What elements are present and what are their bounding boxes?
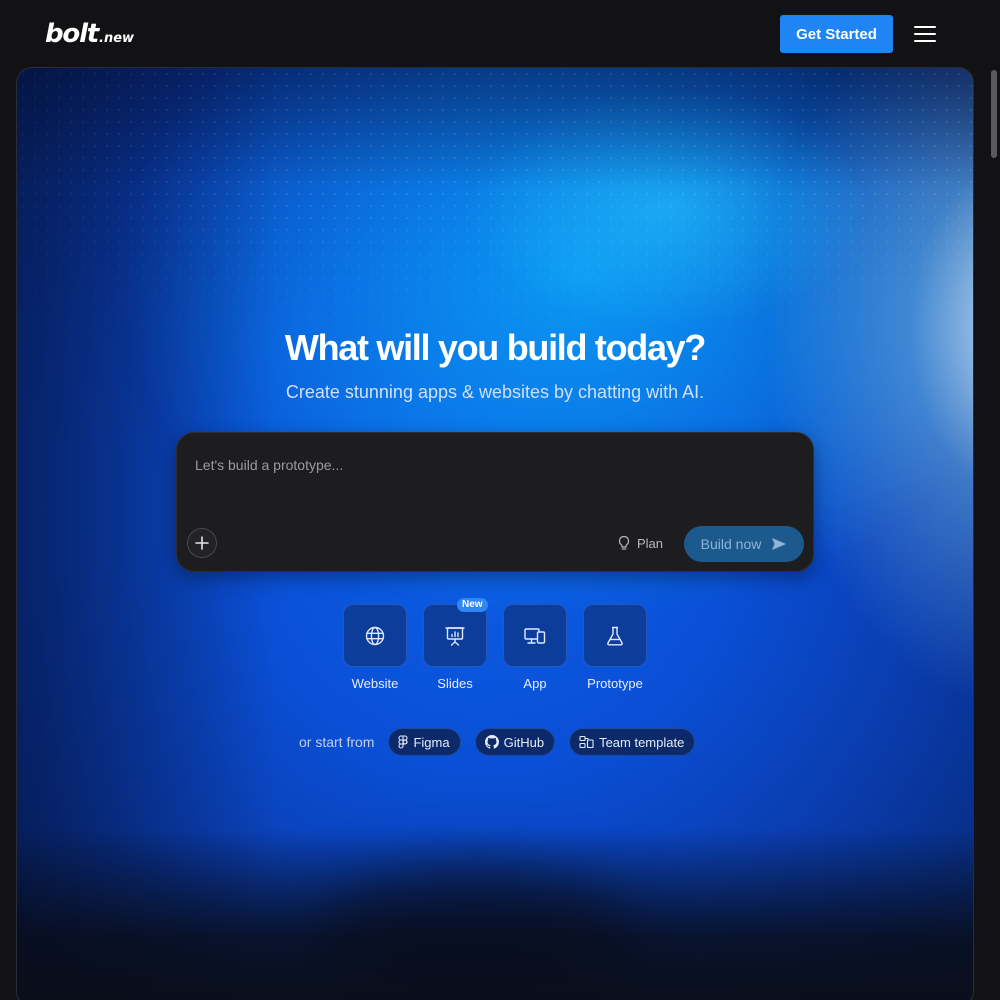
logo-sub-text: .new [99, 31, 135, 46]
page-scrollbar[interactable] [988, 0, 1000, 1000]
lightbulb-icon [618, 535, 630, 550]
category-website[interactable]: Website [343, 604, 407, 694]
template-icon [579, 735, 594, 749]
category-tile [583, 604, 647, 667]
github-label: GitHub [503, 734, 545, 750]
add-attachment-button[interactable] [187, 528, 217, 558]
page-title: What will you build today? [284, 327, 706, 368]
category-slides[interactable]: New Slides [423, 598, 488, 694]
figma-import-button[interactable]: Figma [388, 728, 461, 756]
scrollbar-thumb[interactable] [991, 70, 997, 158]
globe-icon [365, 626, 385, 645]
category-shortcuts: Website New Slides App Prototype [343, 598, 663, 694]
devices-icon [524, 627, 546, 644]
category-tile [503, 604, 567, 667]
figma-label: Figma [413, 734, 450, 750]
category-tile [423, 604, 487, 667]
plan-button[interactable]: Plan [617, 533, 663, 553]
prompt-input[interactable] [195, 453, 795, 477]
hero-bottom-fade [17, 828, 973, 1000]
category-label: Prototype [587, 676, 643, 691]
github-icon [484, 735, 499, 749]
new-badge: New [457, 598, 488, 612]
prompt-box: Plan Build now [176, 432, 814, 572]
team-template-button[interactable]: Team template [569, 728, 696, 756]
start-from-label: or start from [299, 734, 375, 750]
category-app[interactable]: App [503, 604, 567, 694]
bolt-logo[interactable]: bolt .new [45, 19, 134, 49]
category-tile [343, 604, 407, 667]
plus-icon [195, 536, 209, 550]
flask-icon [607, 626, 623, 645]
team-template-label: Team template [599, 734, 685, 750]
figma-icon [398, 735, 409, 749]
get-started-button[interactable]: Get Started [780, 15, 893, 53]
category-prototype[interactable]: Prototype [583, 604, 647, 694]
github-import-button[interactable]: GitHub [474, 728, 556, 756]
hamburger-menu-icon[interactable] [909, 20, 941, 48]
top-nav-bar: bolt .new Get Started [0, 0, 1000, 68]
plan-label: Plan [637, 535, 664, 551]
build-now-label: Build now [700, 536, 762, 552]
build-now-button[interactable]: Build now [684, 526, 804, 562]
send-icon [772, 538, 787, 550]
start-from-row: or start from Figma GitHub Team template [299, 728, 709, 756]
presentation-icon [445, 626, 465, 646]
logo-main-text: bolt [45, 19, 99, 49]
page-subtitle: Create stunning apps & websites by chatt… [285, 382, 705, 402]
